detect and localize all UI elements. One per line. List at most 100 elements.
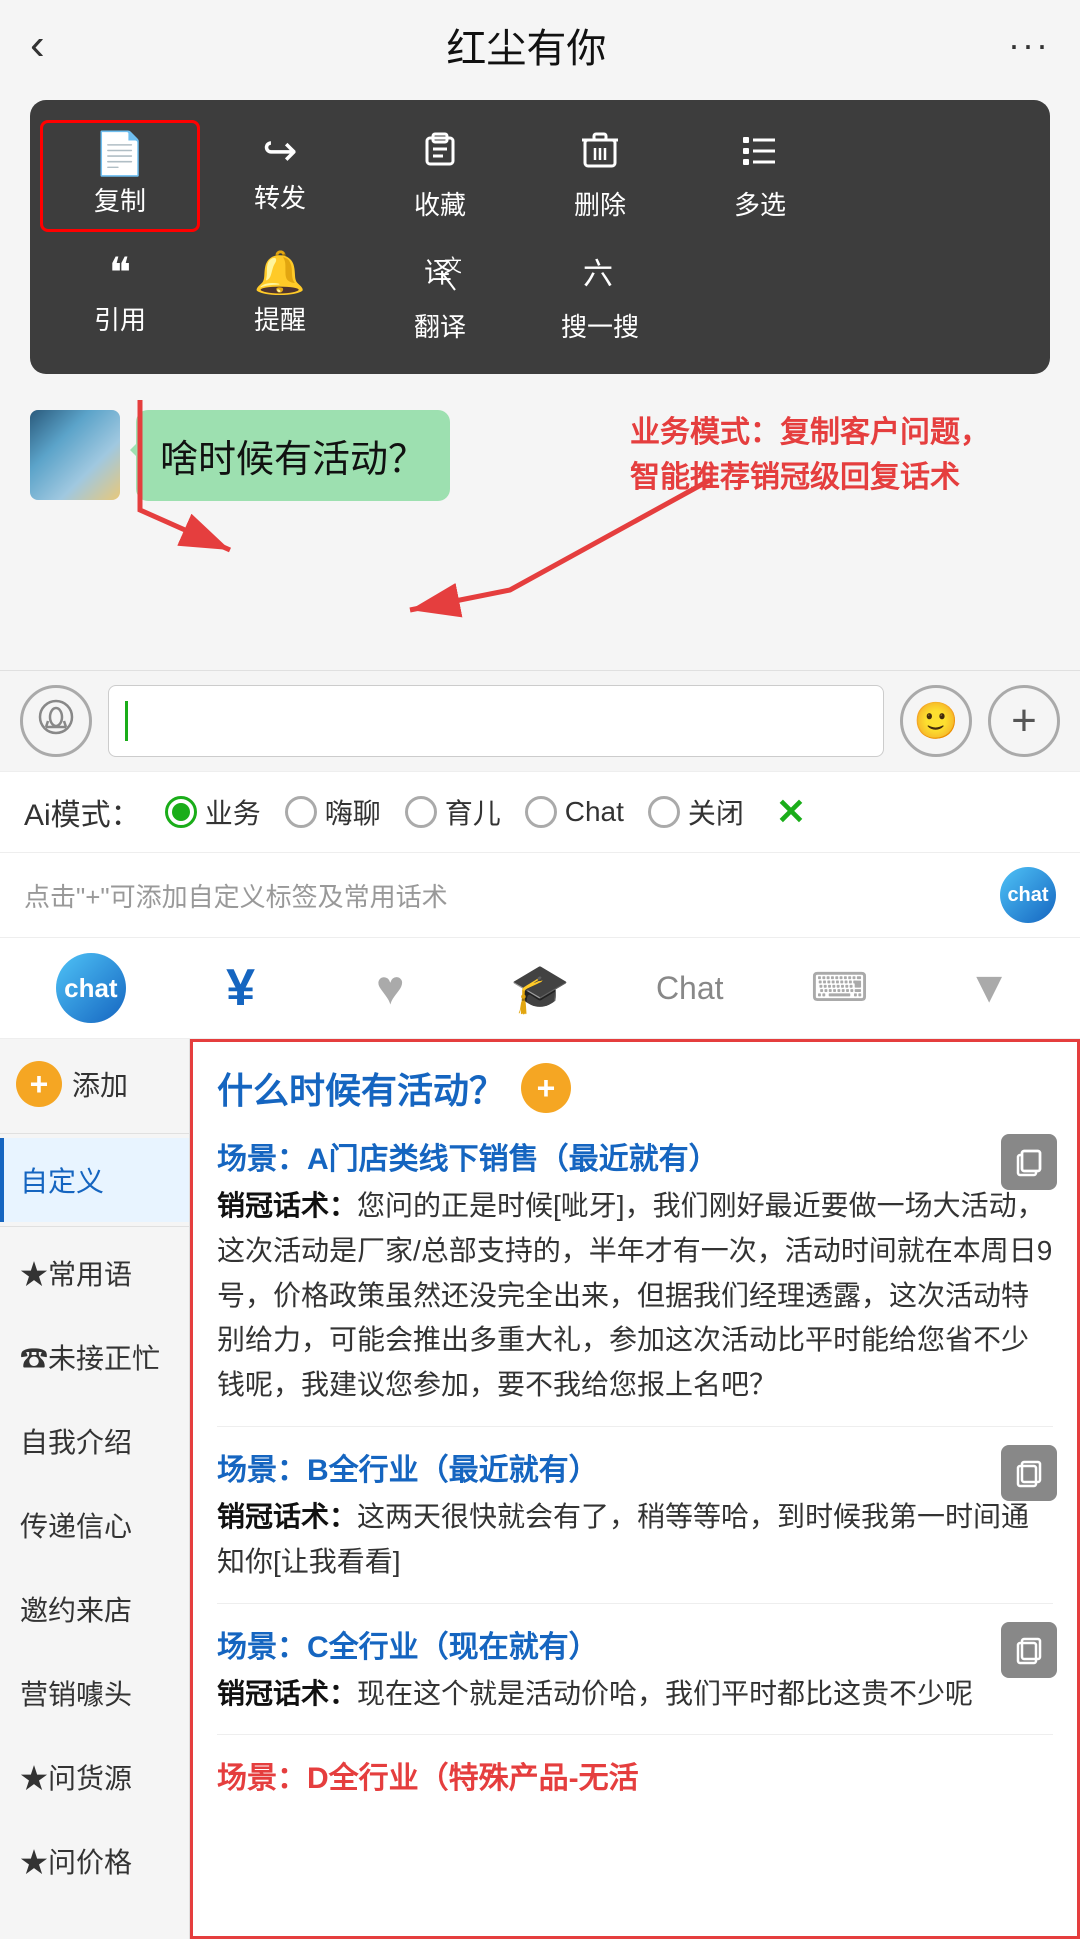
question-header: 什么时候有活动？ + (193, 1042, 1077, 1124)
sidebar-item-source[interactable]: ★问货源 (0, 1735, 189, 1819)
main-content: + 添加 自定义 ★常用语 ☎未接正忙 自我介绍 传递信心 邀约来店 营销噱头 … (0, 1039, 1080, 1939)
radio-off[interactable] (648, 796, 680, 828)
context-delete-button[interactable]: 删除 (520, 120, 680, 232)
remind-label: 提醒 (254, 300, 306, 337)
mode-chat[interactable]: 嗨聊 (285, 792, 381, 832)
toolbar-yen[interactable]: ¥ (166, 948, 316, 1028)
context-remind-button[interactable]: 🔔 提醒 (200, 242, 360, 354)
context-quote-button[interactable]: ❝ 引用 (40, 242, 200, 354)
text-input[interactable] (108, 685, 884, 757)
hint-text: 点击"+"可添加自定义标签及常用话术 (24, 877, 448, 914)
add-tag-button[interactable]: + (521, 1063, 571, 1113)
toolbar-chat-text[interactable]: Chat (615, 948, 765, 1028)
toolbar-dropdown[interactable]: ▼ (914, 948, 1064, 1028)
toolbar-heart[interactable]: ♥ (315, 948, 465, 1028)
input-area: 🙂 + (0, 670, 1080, 771)
plus-button[interactable]: + (988, 685, 1060, 757)
emoji-button[interactable]: 🙂 (900, 685, 972, 757)
emoji-icon: 🙂 (914, 700, 959, 742)
voice-button[interactable] (20, 685, 92, 757)
sidebar-item-confidence[interactable]: 传递信心 (0, 1483, 189, 1567)
dropdown-icon: ▼ (967, 963, 1011, 1013)
mode-gpt[interactable]: Chat (525, 796, 624, 828)
scene-block-b: 场景：B全行业（最近就有） 销冠话术：这两天很快就会有了，稍等等哈，到时候我第一… (193, 1435, 1077, 1595)
forward-label: 转发 (254, 178, 306, 215)
close-button[interactable]: ✕ (776, 791, 806, 833)
search-label: 搜一搜 (561, 307, 639, 344)
mode-chat-label: 嗨聊 (325, 792, 381, 832)
scene-c-copy-button[interactable] (1001, 1622, 1057, 1678)
scene-d-label: 场景：D全行业（特殊产品-无活 (217, 1753, 1053, 1797)
mode-parenting[interactable]: 育儿 (405, 792, 501, 832)
chat-bubble: 啥时候有活动？ (136, 410, 450, 501)
sidebar-add-button[interactable]: + 添加 (0, 1039, 189, 1129)
quote-icon: ❝ (109, 252, 132, 294)
ai-mode-bar: Ai模式： 业务 嗨聊 育儿 Chat 关闭 ✕ (0, 771, 1080, 852)
sidebar-item-intro[interactable]: 自我介绍 (0, 1399, 189, 1483)
copy-icon: 📄 (94, 133, 146, 175)
scene-b-copy-button[interactable] (1001, 1445, 1057, 1501)
radio-parenting[interactable] (405, 796, 437, 828)
sidebar-item-busy[interactable]: ☎未接正忙 (0, 1315, 189, 1399)
yen-icon: ¥ (226, 958, 255, 1018)
context-translate-button[interactable]: 译 文 翻译 (360, 242, 520, 354)
ai-mode-label: Ai模式： (24, 790, 141, 834)
context-menu: 📄 复制 ↪ 转发 收藏 (30, 100, 1050, 374)
context-copy-button[interactable]: 📄 复制 (40, 120, 200, 232)
keyboard-icon: ⌨ (811, 965, 869, 1011)
context-menu-row1: 📄 复制 ↪ 转发 收藏 (40, 120, 1040, 232)
scene-divider-bc (217, 1603, 1053, 1604)
toolbar-keyboard[interactable]: ⌨ (765, 948, 915, 1028)
scene-b-label: 场景：B全行业（最近就有） (217, 1445, 1053, 1489)
mode-business[interactable]: 业务 (165, 792, 261, 832)
voice-icon (38, 699, 74, 743)
mode-off[interactable]: 关闭 (648, 792, 744, 832)
svg-text:文: 文 (444, 256, 461, 276)
translate-icon: 译 文 (419, 252, 461, 301)
sidebar-item-common[interactable]: ★常用语 (0, 1231, 189, 1315)
chat-avatar-icon[interactable]: chat (1000, 867, 1056, 923)
context-favorite-button[interactable]: 收藏 (360, 120, 520, 232)
sidebar-item-invite[interactable]: 邀约来店 (0, 1567, 189, 1651)
right-panel: 什么时候有活动？ + 场景：A门店类线下销售（最近就有） 销冠话术：您问的正是时… (190, 1039, 1080, 1939)
scene-a-label: 场景：A门店类线下销售（最近就有） (217, 1134, 1053, 1178)
scene-block-c: 场景：C全行业（现在就有） 销冠话术：现在这个就是活动价哈，我们平时都比这贵不少… (193, 1612, 1077, 1727)
svg-text:六: 六 (583, 258, 613, 291)
scene-block-a: 场景：A门店类线下销售（最近就有） 销冠话术：您问的正是时候[呲牙]，我们刚好最… (193, 1124, 1077, 1418)
chat-robot-label: chat (1007, 884, 1048, 907)
radio-gpt[interactable] (525, 796, 557, 828)
scene-c-label: 场景：C全行业（现在就有） (217, 1622, 1053, 1666)
sidebar-item-marketing[interactable]: 营销噱头 (0, 1651, 189, 1735)
scene-block-d: 场景：D全行业（特殊产品-无活 (193, 1743, 1077, 1813)
context-multiselect-button[interactable]: 多选 (680, 120, 840, 232)
graduation-icon: 🎓 (510, 960, 570, 1017)
back-button[interactable]: ‹ (30, 20, 45, 70)
sidebar-item-custom[interactable]: 自定义 (0, 1138, 189, 1222)
scene-a-content: 销冠话术：您问的正是时候[呲牙]，我们刚好最近要做一场大活动，这次活动是厂家/总… (217, 1184, 1053, 1408)
multiselect-icon (739, 130, 781, 179)
question-title: 什么时候有活动？ (217, 1062, 505, 1114)
delete-label: 删除 (574, 185, 626, 222)
radio-chat[interactable] (285, 796, 317, 828)
multiselect-label: 多选 (734, 185, 786, 222)
more-button[interactable]: ··· (1008, 24, 1050, 66)
forward-icon: ↪ (262, 130, 297, 172)
hint-bar: 点击"+"可添加自定义标签及常用话术 chat (0, 852, 1080, 938)
plus-icon: + (1011, 696, 1037, 746)
sidebar-item-price[interactable]: ★问价格 (0, 1819, 189, 1903)
scene-a-copy-button[interactable] (1001, 1134, 1057, 1190)
toolbar-graduation[interactable]: 🎓 (465, 948, 615, 1028)
toolbar: chat ¥ ♥ 🎓 Chat ⌨ ▼ (0, 938, 1080, 1039)
add-circle-icon: + (16, 1061, 62, 1107)
context-forward-button[interactable]: ↪ 转发 (200, 120, 360, 232)
toolbar-robot[interactable]: chat (16, 948, 166, 1028)
mode-off-label: 关闭 (688, 792, 744, 832)
chat-text-icon: Chat (656, 970, 724, 1007)
context-search-button[interactable]: 六 搜一搜 (520, 242, 680, 354)
delete-icon (579, 130, 621, 179)
radio-business[interactable] (165, 796, 197, 828)
avatar (30, 410, 120, 500)
translate-label: 翻译 (414, 307, 466, 344)
search-icon: 六 (579, 252, 621, 301)
heart-icon: ♥ (376, 961, 405, 1016)
